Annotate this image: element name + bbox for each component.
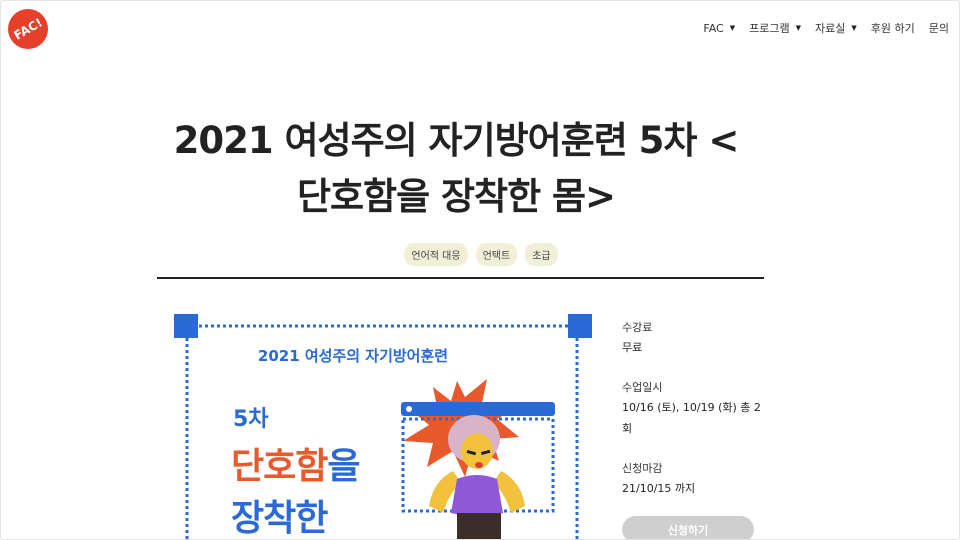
nav-item-program[interactable]: 프로그램 ▼ <box>749 20 801 36</box>
frame-handle-top-left <box>174 314 198 338</box>
apply-button[interactable]: 신청하기 <box>622 516 754 539</box>
fac-logo[interactable]: FAC! <box>8 9 48 49</box>
logo-text: FAC! <box>11 15 45 43</box>
poster-headline-orange: 단호함 <box>231 446 328 487</box>
program-poster: 2021 여성주의 자기방어훈련 5차 단호함을 장착한 <box>157 301 607 539</box>
schedule-block: 수업일시 10/16 (토), 10/19 (화) 총 2회 <box>622 379 762 439</box>
character-shirt <box>451 475 503 516</box>
title-line-1: 2021 여성주의 자기방어훈련 5차 < <box>173 119 740 162</box>
nav-label: 자료실 <box>815 22 846 35</box>
page-title: 2021 여성주의 자기방어훈련 5차 < 단호함을 장착한 몸> <box>131 113 781 225</box>
caret-down-icon: ▼ <box>795 24 801 32</box>
page-frame: FAC! FAC ▼ 프로그램 ▼ 자료실 ▼ 후원 하기 문의 2021 여성… <box>0 0 960 540</box>
character-pants <box>457 513 501 539</box>
frame-handle-top-right <box>568 314 592 338</box>
poster-headline-blue: 을 <box>327 446 360 487</box>
window-button <box>406 406 412 412</box>
poster-artwork <box>174 314 592 539</box>
nav-item-donate[interactable]: 후원 하기 <box>871 20 915 36</box>
tag-list: 언어적 대응 언택트 초급 <box>1 243 959 266</box>
deadline-value: 21/10/15 까지 <box>622 482 696 495</box>
nav-label: FAC <box>703 21 724 35</box>
poster-headline-line-2: 장착한 <box>231 498 328 539</box>
tag-chip[interactable]: 언택트 <box>475 243 518 266</box>
fee-value: 무료 <box>622 341 643 354</box>
nav-label: 프로그램 <box>749 22 790 35</box>
title-divider <box>157 277 764 279</box>
character-mouth <box>475 462 483 468</box>
nav-item-resources[interactable]: 자료실 ▼ <box>815 20 857 36</box>
deadline-label: 신청마감 <box>622 462 663 475</box>
schedule-value: 10/16 (토), 10/19 (화) 총 2회 <box>622 401 761 435</box>
fee-block: 수강료 무료 <box>622 319 652 358</box>
poster-subtitle: 2021 여성주의 자기방어훈련 <box>257 347 449 365</box>
nav-label: 후원 하기 <box>870 22 915 35</box>
caret-down-icon: ▼ <box>729 24 736 32</box>
caret-down-icon: ▼ <box>851 24 857 32</box>
fee-label: 수강료 <box>622 321 653 334</box>
poster-round: 5차 <box>233 407 269 432</box>
schedule-label: 수업일시 <box>622 381 663 394</box>
deadline-block: 신청마감 21/10/15 까지 <box>622 460 762 499</box>
poster-headline-line-1: 단호함을 <box>231 437 361 489</box>
nav-label: 문의 <box>928 22 949 35</box>
tag-chip[interactable]: 초급 <box>525 243 558 266</box>
tag-chip[interactable]: 언어적 대응 <box>404 243 468 266</box>
nav-item-contact[interactable]: 문의 <box>929 20 949 36</box>
top-nav: FAC ▼ 프로그램 ▼ 자료실 ▼ 후원 하기 문의 <box>703 20 949 36</box>
window-titlebar <box>401 402 555 416</box>
title-line-2: 단호함을 장착한 몸> <box>296 175 616 218</box>
nav-item-fac[interactable]: FAC ▼ <box>703 22 735 35</box>
